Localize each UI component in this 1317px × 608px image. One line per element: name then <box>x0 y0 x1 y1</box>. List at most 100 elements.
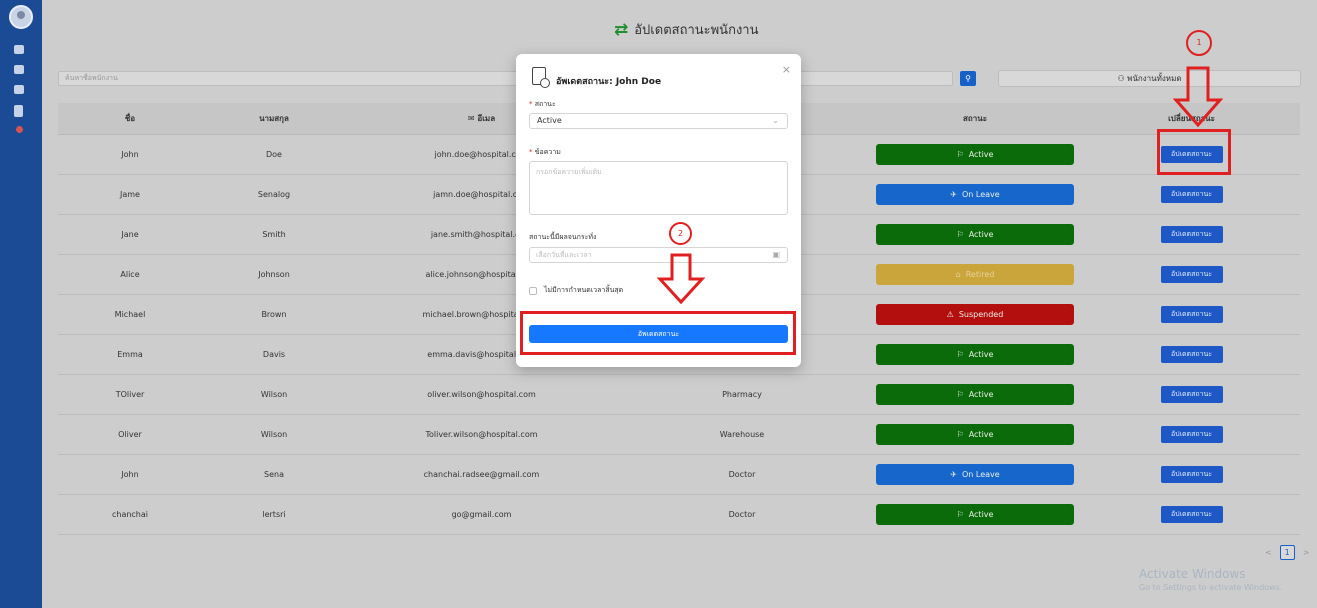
header-last-name: นามสกุล <box>259 114 289 123</box>
no-end-time-checkbox[interactable]: ไม่มีการกำหนดเวลาสิ้นสุด <box>529 285 623 296</box>
update-status-button[interactable]: อัปเดตสถานะ <box>1160 306 1223 323</box>
update-status-button[interactable]: อัปเดตสถานะ <box>1160 266 1223 283</box>
first-name-cell: Michael <box>114 310 146 319</box>
department-cell: Doctor <box>728 470 756 479</box>
message-label: * ข้อความ <box>529 148 561 156</box>
change-status-cell: อัปเดตสถานะ <box>1083 175 1300 214</box>
activation-watermark: Activate Windows Go to Settings to activ… <box>1139 567 1283 592</box>
message-textarea[interactable]: กรอกข้อความเพิ่มเติม <box>529 161 788 215</box>
status-cell: ⚐ Active <box>867 495 1083 534</box>
table-row: TOliver Wilson oliver.wilson@hospital.com P… <box>58 375 1300 415</box>
last-name-cell: Johnson <box>258 270 290 279</box>
status-cell: ⚐ Active <box>867 135 1083 174</box>
update-status-button[interactable]: อัปเดตสถานะ <box>1160 426 1223 443</box>
status-badge: ⚐ Active <box>876 424 1074 445</box>
change-status-cell: อัปเดตสถานะ <box>1083 215 1300 254</box>
status-label: * สถานะ <box>529 100 556 108</box>
department-cell: Warehouse <box>719 430 765 439</box>
status-icon: ⚐ <box>956 390 964 399</box>
status-badge: ✈ On Leave <box>876 464 1074 485</box>
user-icon: ⚇ <box>1117 74 1125 83</box>
first-name-cell: Oliver <box>118 430 142 439</box>
first-name-cell: chanchai <box>111 510 149 519</box>
close-icon[interactable]: × <box>782 63 791 76</box>
status-badge: ⚐ Active <box>876 384 1074 405</box>
first-name-cell: John <box>121 470 139 479</box>
search-icon: ⚲ <box>965 74 971 83</box>
checkbox-box[interactable] <box>529 286 537 295</box>
change-status-cell: อัปเดตสถานะ <box>1083 255 1300 294</box>
update-status-button[interactable]: อัปเดตสถานะ <box>1160 506 1223 523</box>
all-employees-button[interactable]: ⚇ พนักงานทั้งหมด <box>998 70 1301 87</box>
status-cell: ⚐ Active <box>867 335 1083 374</box>
users-icon[interactable] <box>14 85 24 94</box>
email-cell: chanchai.radsee@gmail.com <box>423 470 540 479</box>
status-cell: ✈ On Leave <box>867 175 1083 214</box>
update-status-button[interactable]: อัปเดตสถานะ <box>1160 186 1223 203</box>
next-page-button[interactable]: > <box>1303 548 1310 557</box>
change-status-cell: อัปเดตสถานะ <box>1083 295 1300 334</box>
annotation-arrow-1 <box>1173 66 1223 128</box>
update-status-button[interactable]: อัปเดตสถานะ <box>1160 346 1223 363</box>
update-status-button[interactable]: อัปเดตสถานะ <box>1160 386 1223 403</box>
dashboard-icon[interactable] <box>14 45 24 54</box>
search-input[interactable]: ค้นหาชื่อพนักงาน <box>58 71 953 86</box>
document-status-icon <box>532 67 550 88</box>
first-name-cell: Jane <box>121 230 139 239</box>
header-status: สถานะ <box>963 114 987 123</box>
annotation-arrow-2 <box>656 253 706 305</box>
status-icon: ⚐ <box>956 430 964 439</box>
status-icon: ⌂ <box>955 270 961 279</box>
status-badge: ⚐ Active <box>876 144 1074 165</box>
last-name-cell: Smith <box>262 230 286 239</box>
logout-icon[interactable] <box>16 126 23 133</box>
status-cell: ✈ On Leave <box>867 455 1083 494</box>
page-title: ⇄ อัปเดตสถานะพนักงาน <box>614 19 759 40</box>
status-icon: ⚠ <box>946 310 954 319</box>
last-name-cell: Doe <box>266 150 282 159</box>
status-badge: ⚠ Suspended <box>876 304 1074 325</box>
first-name-cell: Jame <box>120 190 140 199</box>
avatar[interactable] <box>9 5 33 29</box>
status-badge: ⚐ Active <box>876 344 1074 365</box>
status-select[interactable]: Active ⌄ <box>529 113 788 129</box>
change-status-cell: อัปเดตสถานะ <box>1083 335 1300 374</box>
status-cell: ⚐ Active <box>867 415 1083 454</box>
card-icon[interactable] <box>14 65 24 74</box>
effective-until-label: สถานะนี้มีผลจนกระทั่ง <box>529 233 597 241</box>
change-status-cell: อัปเดตสถานะ <box>1083 495 1300 534</box>
first-name-cell: John <box>121 150 139 159</box>
status-icon: ✈ <box>950 470 957 479</box>
search-button[interactable]: ⚲ <box>960 71 976 86</box>
modal-title: อัพเดตสถานะ: John Doe <box>556 77 662 87</box>
swap-arrows-icon: ⇄ <box>614 19 629 40</box>
status-icon: ⚐ <box>956 230 964 239</box>
status-cell: ⚠ Suspended <box>867 295 1083 334</box>
prev-page-button[interactable]: < <box>1265 548 1272 557</box>
status-cell: ⌂ Retired <box>867 255 1083 294</box>
annotation-step-2: 2 <box>669 222 692 245</box>
page-button[interactable]: 1 <box>1279 545 1295 560</box>
first-name-cell: TOliver <box>115 390 145 399</box>
table-row: John Sena chanchai.radsee@gmail.com Doctor ✈… <box>58 455 1300 495</box>
status-icon: ⚐ <box>956 350 964 359</box>
status-badge: ✈ On Leave <box>876 184 1074 205</box>
email-cell: go@gmail.com <box>451 510 512 519</box>
update-status-button[interactable]: อัปเดตสถานะ <box>1160 226 1223 243</box>
last-name-cell: Wilson <box>260 390 288 399</box>
email-cell: oliver.wilson@hospital.com <box>427 390 536 399</box>
change-status-cell: อัปเดตสถานะ <box>1083 455 1300 494</box>
chevron-down-icon: ⌄ <box>772 116 779 125</box>
update-status-button[interactable]: อัปเดตสถานะ <box>1160 466 1223 483</box>
department-cell: Pharmacy <box>722 390 762 399</box>
email-cell: Toliver.wilson@hospital.com <box>425 430 538 439</box>
change-status-cell: อัปเดตสถานะ <box>1083 375 1300 414</box>
annotation-step-1: 1 <box>1186 30 1212 56</box>
status-cell: ⚐ Active <box>867 215 1083 254</box>
last-name-cell: Brown <box>261 310 287 319</box>
sidebar <box>0 0 42 608</box>
document-icon[interactable] <box>14 105 23 117</box>
pagination: < 1 > <box>1265 545 1309 560</box>
status-icon: ⚐ <box>956 150 964 159</box>
table-row: chanchai lertsri go@gmail.com Doctor ⚐ Active… <box>58 495 1300 535</box>
